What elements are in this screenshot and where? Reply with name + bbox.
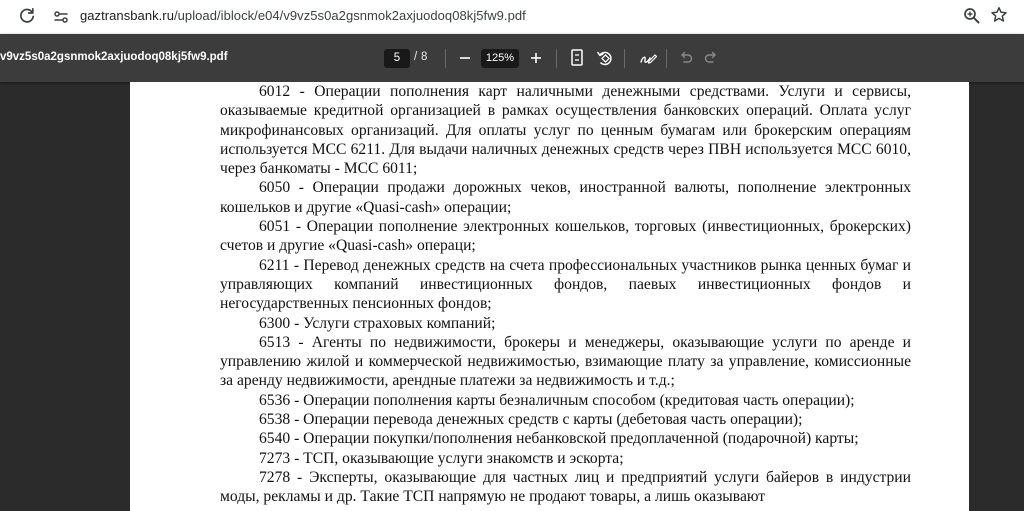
address-bar: gaztransbank.ru/upload/iblock/e04/v9vz5s…: [0, 0, 1024, 34]
toolbar-divider: [624, 49, 625, 68]
paragraph-6536: 6536 - Операции пополнения карты безнали…: [259, 391, 855, 409]
paragraph-6211: 6211 - Перевод денежных средств на счета…: [220, 256, 911, 313]
zoom-icon[interactable]: [962, 6, 982, 26]
paragraph-6012: 6012 - Операции пополнения карт наличным…: [220, 83, 911, 178]
annotate-icon[interactable]: [637, 47, 659, 69]
url-host: gaztransbank.ru: [80, 8, 174, 23]
undo-icon[interactable]: [677, 48, 695, 66]
toolbar-divider: [445, 49, 446, 68]
page-number-input[interactable]: 5: [384, 49, 410, 68]
site-info-icon[interactable]: [51, 7, 71, 27]
url-field[interactable]: gaztransbank.ru/upload/iblock/e04/v9vz5s…: [80, 8, 526, 23]
paragraph-6540: 6540 - Операции покупки/пополнения небан…: [259, 430, 859, 448]
paragraph-7278: 7278 - Эксперты, оказывающие для частных…: [220, 468, 911, 506]
toolbar-divider: [666, 49, 667, 68]
page-separator: /: [414, 51, 418, 63]
paragraph-6513: 6513 - Агенты по недвижимости, брокеры и…: [220, 333, 911, 390]
pdf-page: 6012 - Операции пополнения карт наличным…: [130, 82, 969, 511]
zoom-level-input[interactable]: 125%: [481, 49, 519, 68]
page-total: 8: [421, 51, 428, 63]
toolbar-divider: [556, 49, 557, 68]
paragraph-6051: 6051 - Операции пополнение электронных к…: [220, 218, 911, 255]
url-path: /upload/iblock/e04/v9vz5s0a2gsnmok2axjuo…: [173, 8, 526, 23]
page-text: 6012 - Операции пополнения карт наличным…: [220, 82, 911, 507]
document-title: v9vz5s0a2gsnmok2axjuodoq08kj5fw9.pdf: [0, 51, 228, 63]
zoom-in-button[interactable]: [527, 49, 545, 67]
paragraph-6300: 6300 - Услуги страховых компаний;: [259, 314, 496, 332]
paragraph-6050: 6050 - Операции продажи дорожных чеков, …: [220, 179, 911, 216]
pdf-toolbar: v9vz5s0a2gsnmok2axjuodoq08kj5fw9.pdf 5 /…: [0, 34, 1024, 82]
zoom-out-button[interactable]: [456, 49, 474, 67]
fit-page-icon[interactable]: [567, 47, 587, 69]
redo-icon[interactable]: [702, 48, 720, 66]
rotate-icon[interactable]: [594, 47, 616, 69]
paragraph-6538: 6538 - Операции перевода денежных средст…: [259, 411, 803, 429]
star-icon[interactable]: [989, 5, 1009, 25]
paragraph-7273: 7273 - ТСП, оказывающие услуги знакомств…: [259, 449, 624, 467]
reload-icon[interactable]: [16, 5, 38, 27]
